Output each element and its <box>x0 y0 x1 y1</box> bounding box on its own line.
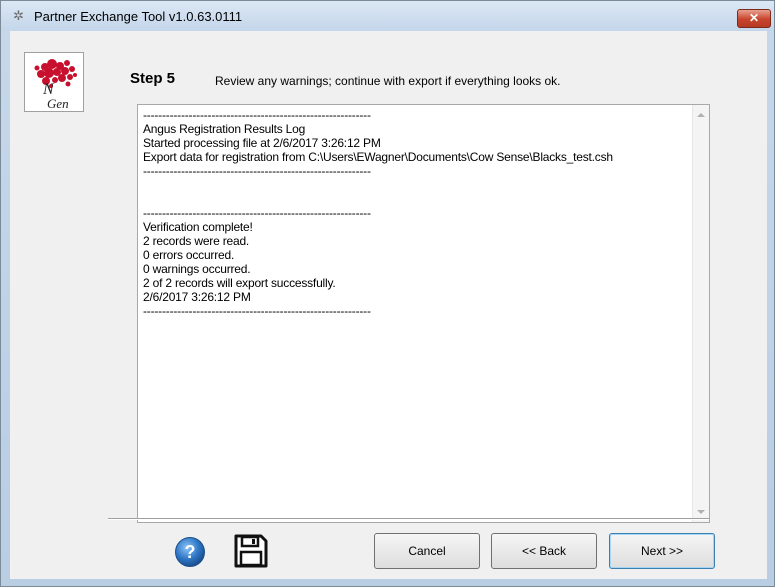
results-log-textbox[interactable]: ----------------------------------------… <box>137 104 710 523</box>
log-line: 2 records were read. <box>143 234 250 248</box>
help-button[interactable]: ? <box>174 536 206 568</box>
scroll-down-arrow-icon[interactable] <box>697 510 705 514</box>
footer-divider <box>108 518 709 520</box>
app-icon: ✲ <box>13 8 24 23</box>
step-description: Review any warnings; continue with expor… <box>215 74 561 88</box>
ngen-logo: N Gen <box>24 52 84 112</box>
results-log-text: ----------------------------------------… <box>143 108 613 318</box>
save-button[interactable] <box>233 533 269 569</box>
app-window: ✲ Partner Exchange Tool v1.0.63.0111 ✕ N… <box>0 0 775 587</box>
log-line: 2/6/2017 3:26:12 PM <box>143 290 251 304</box>
log-line: Verification complete! <box>143 220 253 234</box>
log-line: ----------------------------------------… <box>143 108 371 122</box>
svg-text:?: ? <box>185 542 196 562</box>
help-icon: ? <box>175 537 205 567</box>
scroll-up-arrow-icon[interactable] <box>697 113 705 117</box>
next-button[interactable]: Next >> <box>609 533 715 569</box>
log-line: ----------------------------------------… <box>143 164 371 178</box>
window-title: Partner Exchange Tool v1.0.63.0111 <box>34 9 243 24</box>
log-line: Export data for registration from C:\Use… <box>143 150 613 164</box>
log-line: ----------------------------------------… <box>143 304 371 318</box>
wizard-panel: N Gen Step 5 Review any warnings; continu… <box>10 31 767 579</box>
log-line: ----------------------------------------… <box>143 206 371 220</box>
close-icon: ✕ <box>748 11 760 25</box>
log-line: 0 warnings occurred. <box>143 262 251 276</box>
log-line: 0 errors occurred. <box>143 248 235 262</box>
log-line: 2 of 2 records will export successfully. <box>143 276 336 290</box>
floppy-disk-icon <box>234 534 268 568</box>
back-button[interactable]: << Back <box>491 533 597 569</box>
cancel-button[interactable]: Cancel <box>374 533 480 569</box>
log-vertical-scrollbar[interactable] <box>692 105 709 522</box>
log-line: Started processing file at 2/6/2017 3:26… <box>143 136 381 150</box>
close-button[interactable]: ✕ <box>737 9 771 28</box>
step-label: Step 5 <box>130 70 176 87</box>
title-bar[interactable]: ✲ Partner Exchange Tool v1.0.63.0111 ✕ <box>1 1 774 31</box>
log-line: Angus Registration Results Log <box>143 122 306 136</box>
logo-text: N Gen <box>43 81 69 111</box>
